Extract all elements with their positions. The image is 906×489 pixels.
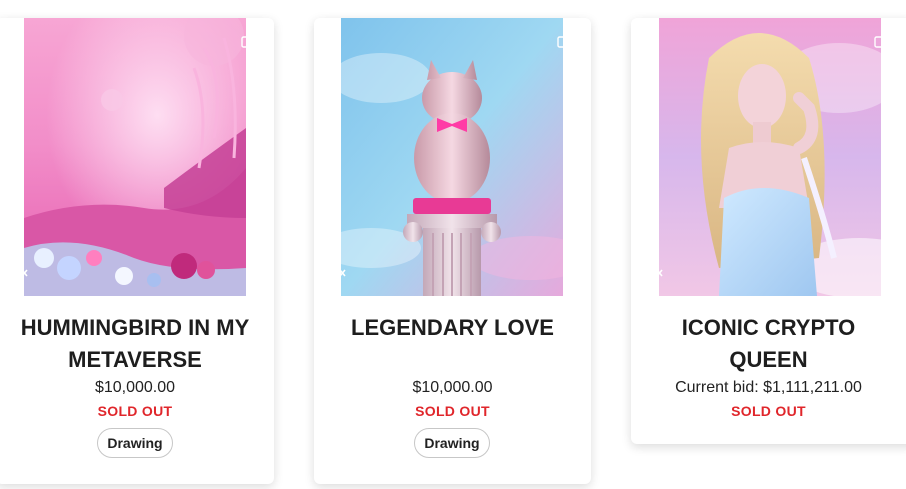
sold-out-badge: SOLD OUT xyxy=(97,403,173,419)
sold-out-badge: SOLD OUT xyxy=(731,403,806,419)
current-bid: Current bid: $1,111,211.00 xyxy=(675,379,862,396)
video-off-icon xyxy=(241,36,261,48)
product-card[interactable]: LEGENDARY LOVE $10,000.00 SOLD OUT Drawi… xyxy=(314,18,591,484)
artwork-video[interactable] xyxy=(341,18,563,296)
product-title[interactable]: ICONIC CRYPTO QUEEN xyxy=(631,312,906,376)
category-tag-button[interactable]: Drawing xyxy=(97,428,173,458)
product-card[interactable]: ICONIC CRYPTO QUEEN Current bid: $1,111,… xyxy=(631,18,906,444)
mute-icon[interactable] xyxy=(328,263,348,283)
product-card[interactable]: HUMMINGBIRD IN MY METAVERSE $10,000.00 S… xyxy=(0,18,274,484)
product-price: $10,000.00 xyxy=(412,379,493,396)
mute-icon[interactable] xyxy=(10,263,30,283)
product-title[interactable]: LEGENDARY LOVE xyxy=(314,312,591,344)
product-title[interactable]: HUMMINGBIRD IN MY METAVERSE xyxy=(0,312,274,376)
category-tag-button[interactable]: Drawing xyxy=(414,428,490,458)
mute-icon[interactable] xyxy=(645,263,665,283)
video-off-icon xyxy=(557,36,577,48)
video-off-icon xyxy=(874,36,894,48)
product-price: $10,000.00 xyxy=(94,379,176,396)
artwork-video[interactable] xyxy=(659,18,881,296)
sold-out-badge: SOLD OUT xyxy=(415,403,490,419)
artwork-video[interactable] xyxy=(24,18,246,296)
